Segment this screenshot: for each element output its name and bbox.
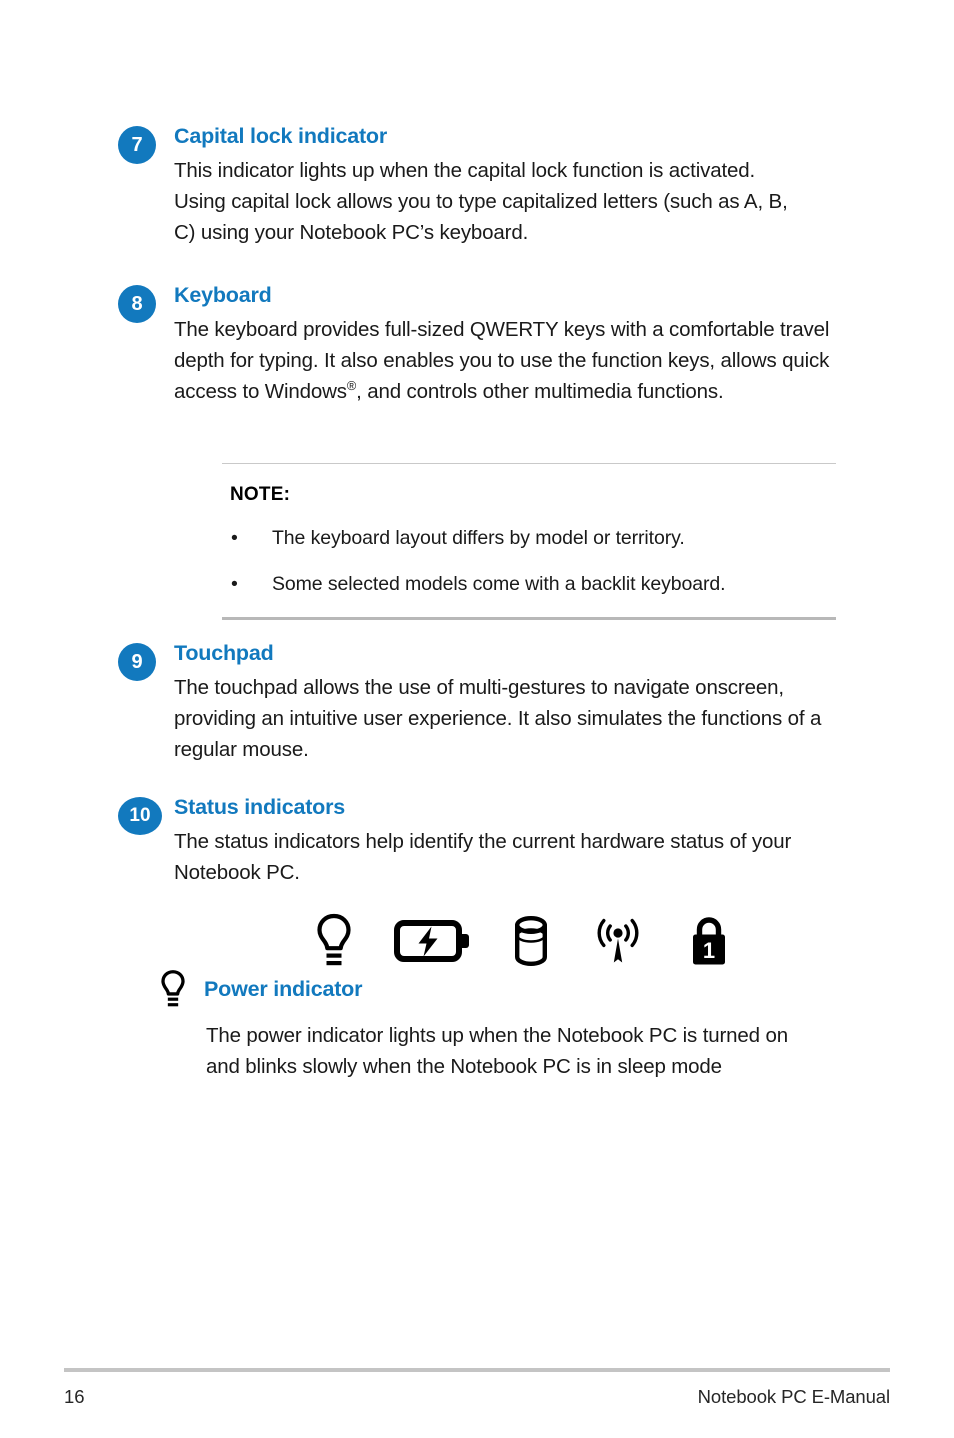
note-top-divider xyxy=(222,463,836,464)
note-callout: NOTE: • The keyboard layout differs by m… xyxy=(222,463,836,620)
section-title: Status indicators xyxy=(174,795,346,819)
section-title: Keyboard xyxy=(174,283,272,307)
section-touchpad: 9 Touchpad The touchpad allows the use o… xyxy=(118,641,888,765)
section-number-badge-7: 7 xyxy=(118,126,156,164)
battery-charge-indicator-icon xyxy=(394,920,469,962)
subsection-title: Power indicator xyxy=(204,976,363,1001)
section-body: Capital lock indicator This indicator li… xyxy=(174,124,888,248)
list-item: • The keyboard layout differs by model o… xyxy=(222,524,836,553)
power-indicator-icon xyxy=(317,913,351,966)
section-body: Keyboard The keyboard provides full-size… xyxy=(174,283,888,407)
wireless-bluetooth-indicator-icon xyxy=(597,918,639,963)
svg-text:1: 1 xyxy=(703,938,715,963)
subsection-paragraph: The power indicator lights up when the N… xyxy=(206,1024,788,1078)
capital-lock-indicator-icon: 1 xyxy=(693,917,725,965)
list-item-text: The keyboard layout differs by model or … xyxy=(272,527,685,549)
section-title: Capital lock indicator xyxy=(174,124,388,148)
registered-trademark-symbol: ® xyxy=(346,377,357,393)
section-paragraph: This indicator lights up when the capita… xyxy=(174,158,788,244)
note-label: NOTE: xyxy=(230,484,291,505)
footer-document-title: Notebook PC E-Manual xyxy=(697,1386,890,1407)
drive-activity-indicator-icon xyxy=(514,915,548,967)
section-title: Touchpad xyxy=(174,641,274,665)
section-paragraph: The keyboard provides full-sized QWERTY … xyxy=(174,314,864,407)
section-body: Status indicators The status indicators … xyxy=(174,795,888,888)
paragraph-text-part-2: , and controls other multimedia function… xyxy=(356,379,724,403)
section-capital-lock-indicator: 7 Capital lock indicator This indicator … xyxy=(118,124,888,248)
document-page: 7 Capital lock indicator This indicator … xyxy=(0,0,954,1438)
section-keyboard: 8 Keyboard The keyboard provides full-si… xyxy=(118,283,888,407)
subsection-header: Power indicator xyxy=(160,970,890,1007)
page-footer: 16 Notebook PC E-Manual xyxy=(64,1368,890,1408)
note-bottom-divider xyxy=(222,617,836,620)
footer-row: 16 Notebook PC E-Manual xyxy=(64,1386,890,1408)
list-item-text: Some selected models come with a backlit… xyxy=(272,573,726,595)
section-paragraph: The status indicators help identify the … xyxy=(174,829,792,884)
page-number: 16 xyxy=(64,1386,85,1407)
footer-divider xyxy=(64,1368,890,1372)
subsection-power-indicator: Power indicator The power indicator ligh… xyxy=(160,970,890,1082)
note-bullet-list: • The keyboard layout differs by model o… xyxy=(222,524,836,599)
bullet-glyph: • xyxy=(231,527,238,549)
section-body: Touchpad The touchpad allows the use of … xyxy=(174,641,888,765)
section-number-badge-9: 9 xyxy=(118,643,156,681)
bullet-glyph: • xyxy=(231,573,238,595)
list-item: • Some selected models come with a backl… xyxy=(222,570,836,599)
section-paragraph: The touchpad allows the use of multi-ges… xyxy=(174,675,822,761)
section-number-badge-8: 8 xyxy=(118,285,156,323)
section-number-badge-10: 10 xyxy=(118,797,162,835)
status-indicator-icon-strip: 1 xyxy=(316,908,725,974)
section-status-indicators: 10 Status indicators The status indicato… xyxy=(118,795,888,888)
power-indicator-icon xyxy=(161,970,185,1007)
